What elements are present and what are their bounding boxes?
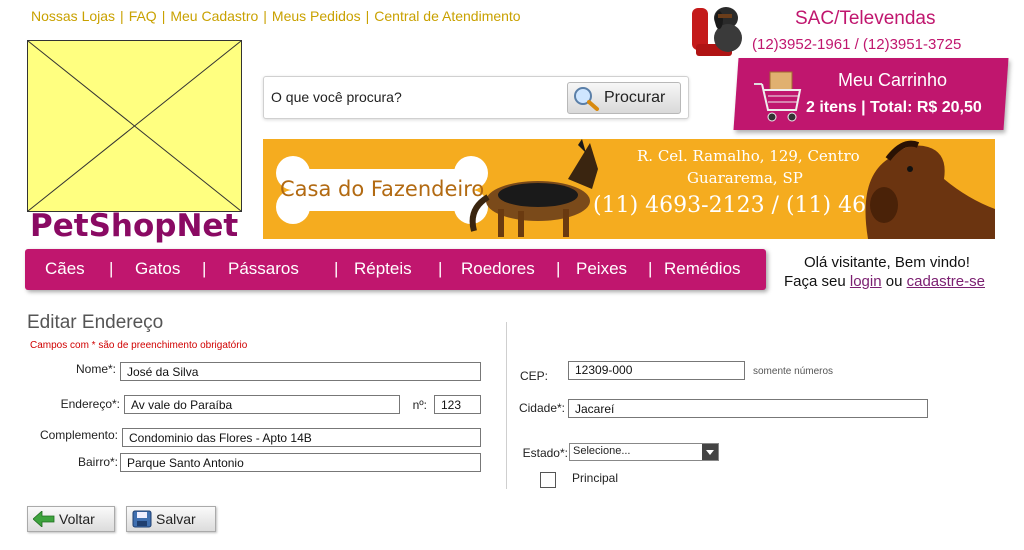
shopping-cart-icon <box>754 71 802 122</box>
search-button-label: Procurar <box>604 89 666 106</box>
cep-hint: somente números <box>753 366 834 377</box>
arrow-left-icon <box>33 511 55 527</box>
link-central-atendimento[interactable]: Central de Atendimento <box>374 8 520 24</box>
back-button-label: Voltar <box>59 511 95 527</box>
cart-summary[interactable]: 2 itens | Total: R$ 20,50 <box>806 99 982 117</box>
welcome-greeting: Olá visitante, Bem vindo! <box>804 254 970 271</box>
search-button[interactable]: Procurar <box>567 82 681 114</box>
cart-title[interactable]: Meu Carrinho <box>838 70 947 91</box>
back-button[interactable]: Voltar <box>27 506 115 532</box>
horse-icon <box>865 140 995 239</box>
cep-label: CEP: <box>519 369 548 383</box>
category-nav: Cães | Gatos | Pássaros | Répteis | Roed… <box>25 249 766 290</box>
link-nossas-lojas[interactable]: Nossas Lojas <box>31 8 115 24</box>
banner-address-line1: R. Cel. Ramalho, 129, Centro <box>637 147 860 165</box>
german-shepherd-icon <box>469 139 598 237</box>
sac-phones: (12)3952-1961 / (12)3951-3725 <box>752 36 962 53</box>
link-meu-cadastro[interactable]: Meu Cadastro <box>170 8 258 24</box>
nav-item-caes[interactable]: Cães <box>45 259 85 279</box>
magnifier-icon <box>574 87 599 111</box>
numero-label: nº: <box>412 398 427 412</box>
nav-item-remedios[interactable]: Remédios <box>664 259 741 279</box>
nav-item-roedores[interactable]: Roedores <box>461 259 535 279</box>
complemento-field[interactable]: Condominio das Flores - Apto 14B <box>122 428 481 447</box>
bairro-label: Bairro*: <box>77 455 118 469</box>
store-banner[interactable]: Casa do Fazendeiro R. Cel. Ramalho, 129,… <box>263 139 995 239</box>
endereco-label: Endereço*: <box>60 397 120 411</box>
cidade-field[interactable]: Jacareí <box>568 399 928 418</box>
bairro-field[interactable]: Parque Santo Antonio <box>120 453 481 472</box>
required-fields-note: Campos com * são de preenchimento obriga… <box>30 340 248 351</box>
save-button-label: Salvar <box>156 511 196 527</box>
sac-title: SAC/Televendas <box>795 8 936 29</box>
phone-dog-icon <box>692 7 742 56</box>
nav-item-gatos[interactable]: Gatos <box>135 259 180 279</box>
nav-item-passaros[interactable]: Pássaros <box>228 259 299 279</box>
banner-address-line2: Guararema, SP <box>687 169 803 187</box>
logo-text[interactable]: PetShopNet <box>30 208 238 244</box>
cep-field[interactable]: 12309-000 <box>568 361 745 380</box>
logo-placeholder-image[interactable] <box>27 40 242 212</box>
nav-item-repteis[interactable]: Répteis <box>354 259 412 279</box>
nome-field[interactable]: José da Silva <box>120 362 481 381</box>
top-links: Nossas Lojas | FAQ | Meu Cadastro | Meus Pedid… <box>31 8 521 24</box>
endereco-field[interactable]: Av vale do Paraíba <box>124 395 400 414</box>
login-link[interactable]: login <box>850 273 882 290</box>
principal-label: Principal <box>572 471 619 485</box>
link-faq[interactable]: FAQ <box>129 8 157 24</box>
principal-checkbox[interactable] <box>540 472 556 488</box>
search-input[interactable]: O que você procura? <box>271 89 402 105</box>
chevron-down-icon[interactable] <box>702 444 718 460</box>
cidade-label: Cidade*: <box>518 401 565 415</box>
nome-label: Nome*: <box>75 362 116 376</box>
nav-item-peixes[interactable]: Peixes <box>576 259 627 279</box>
welcome-login-prompt: Faça seu login ou cadastre-se <box>784 273 985 290</box>
link-meus-pedidos[interactable]: Meus Pedidos <box>272 8 361 24</box>
page-title: Editar Endereço <box>27 312 164 333</box>
numero-field[interactable]: 123 <box>434 395 481 414</box>
estado-label: Estado*: <box>522 446 568 460</box>
complemento-label: Complemento: <box>39 428 118 442</box>
register-link[interactable]: cadastre-se <box>907 273 985 290</box>
floppy-disk-icon <box>132 510 152 528</box>
estado-select[interactable]: Selecione... <box>569 443 719 461</box>
save-button[interactable]: Salvar <box>126 506 216 532</box>
banner-store-name: Casa do Fazendeiro <box>280 177 485 201</box>
